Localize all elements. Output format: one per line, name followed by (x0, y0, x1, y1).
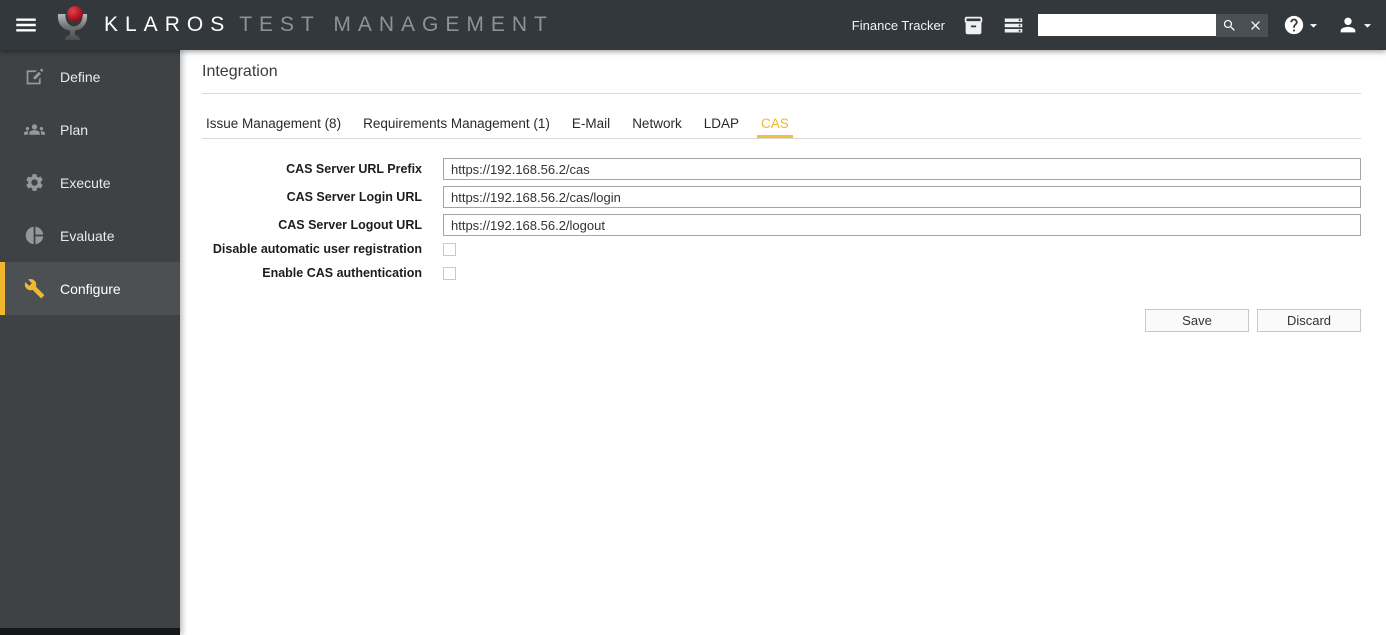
cas-settings-form: CAS Server URL Prefix CAS Server Login U… (202, 158, 1361, 332)
cas-login-url-label: CAS Server Login URL (286, 190, 422, 204)
help-icon (1284, 15, 1304, 35)
user-icon (1340, 17, 1356, 33)
search-buttons (1216, 13, 1268, 37)
main-content: Integration Issue Management (8) Require… (180, 50, 1386, 635)
group-icon (24, 124, 45, 135)
search-input[interactable] (1038, 14, 1216, 36)
sidebar-item-label: Evaluate (60, 227, 115, 244)
sidebar-item-plan[interactable]: Plan (0, 103, 180, 156)
global-search (1038, 13, 1268, 37)
search-icon (1223, 19, 1235, 31)
integration-tabs: Issue Management (8) Requirements Manage… (202, 94, 1361, 139)
sidebar-item-label: Define (60, 68, 101, 85)
cas-url-prefix-label: CAS Server URL Prefix (286, 162, 422, 176)
cas-login-url-input[interactable] (443, 186, 1361, 208)
archive-box-icon[interactable] (961, 13, 985, 37)
edit-icon (26, 68, 44, 85)
sidebar-item-label: Plan (60, 121, 89, 138)
form-row: CAS Server URL Prefix (202, 158, 1361, 180)
sidebar-item-execute[interactable]: Execute (0, 156, 180, 209)
user-menu[interactable] (1337, 14, 1376, 36)
sidebar-nav: Define Plan Execute Evaluate Configure (0, 50, 180, 635)
form-row: Disable automatic user registration (202, 242, 1361, 256)
gear-icon (26, 174, 43, 191)
wrench-icon (24, 278, 45, 299)
sidebar-item-label: Execute (60, 174, 111, 191)
brand-suffix: TEST MANAGEMENT (239, 13, 554, 36)
search-clear-button[interactable] (1242, 14, 1268, 37)
page-title: Integration (202, 63, 278, 80)
sidebar-item-configure[interactable]: Configure (0, 262, 180, 315)
cas-logout-url-label: CAS Server Logout URL (278, 218, 422, 232)
tab-requirements-management[interactable]: Requirements Management (1) (359, 116, 554, 138)
hamburger-menu-icon[interactable] (13, 12, 39, 38)
chevron-down-icon (1309, 23, 1318, 28)
search-submit-button[interactable] (1216, 14, 1242, 37)
discard-button[interactable]: Discard (1257, 309, 1361, 332)
tab-network[interactable]: Network (628, 116, 686, 138)
chevron-down-icon (1363, 23, 1372, 28)
server-stack-icon[interactable] (1001, 13, 1025, 37)
disable-auto-registration-label: Disable automatic user registration (212, 242, 422, 256)
brand-title: KLAROS TEST MANAGEMENT (104, 13, 554, 37)
brand-name: KLAROS (104, 13, 232, 36)
form-actions: Save Discard (202, 309, 1361, 332)
close-icon (1250, 20, 1260, 30)
form-row: CAS Server Login URL (202, 186, 1361, 208)
disable-auto-registration-checkbox[interactable] (443, 242, 456, 256)
enable-cas-auth-label: Enable CAS authentication (262, 266, 422, 280)
tab-cas[interactable]: CAS (756, 116, 793, 138)
help-menu[interactable] (1283, 14, 1322, 36)
tab-issue-management[interactable]: Issue Management (8) (202, 116, 345, 138)
save-button[interactable]: Save (1145, 309, 1249, 332)
form-row: CAS Server Logout URL (202, 214, 1361, 236)
klaros-logo (57, 6, 88, 40)
active-project-label: Finance Tracker (851, 17, 945, 33)
cas-url-prefix-input[interactable] (443, 158, 1361, 180)
form-row: Enable CAS authentication (202, 266, 1361, 280)
cas-logout-url-input[interactable] (443, 214, 1361, 236)
sidebar-item-define[interactable]: Define (0, 50, 180, 103)
enable-cas-auth-checkbox[interactable] (443, 266, 456, 280)
tab-ldap[interactable]: LDAP (700, 116, 743, 138)
top-header: KLAROS TEST MANAGEMENT Finance Tracker (0, 0, 1386, 50)
tab-email[interactable]: E-Mail (568, 116, 614, 138)
pie-chart-icon (25, 226, 44, 245)
sidebar-item-label: Configure (60, 280, 121, 297)
sidebar-item-evaluate[interactable]: Evaluate (0, 209, 180, 262)
